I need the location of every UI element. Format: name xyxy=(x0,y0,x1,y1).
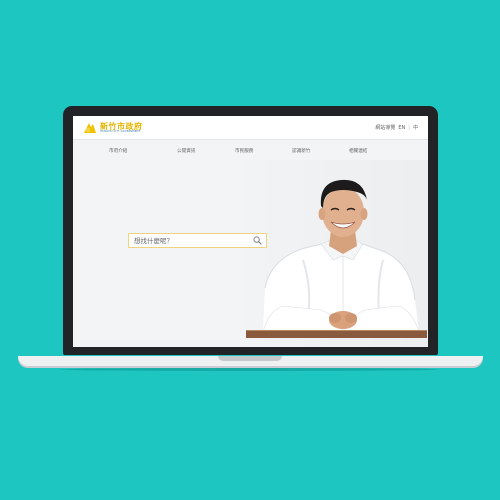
city-logo-icon xyxy=(84,123,96,133)
nav-item-city[interactable]: 認識新竹 xyxy=(292,148,310,154)
laptop-shadow xyxy=(60,368,440,371)
lang-separator: | xyxy=(408,124,410,131)
desk xyxy=(246,330,427,338)
main-nav: 市府介紹 公開資訊 市民服務 認識新竹 相關連結 xyxy=(73,148,428,156)
laptop-notch xyxy=(218,356,282,361)
nav-item-links[interactable]: 相關連結 xyxy=(349,148,367,154)
logo-subtitle: HSINCHU CITY GOVERNMENT xyxy=(100,130,141,133)
sitemap-link[interactable]: 網站導覽 xyxy=(375,124,395,131)
search-icon[interactable] xyxy=(253,236,262,245)
lang-zh-link[interactable]: 中 xyxy=(413,124,418,131)
site-header: 新竹市政府 HSINCHU CITY GOVERNMENT 網站導覽 EN | … xyxy=(73,116,428,140)
nav-item-services[interactable]: 市民服務 xyxy=(235,148,253,154)
site-logo[interactable]: 新竹市政府 HSINCHU CITY GOVERNMENT xyxy=(83,121,143,134)
logo-title: 新竹市政府 xyxy=(100,121,143,131)
mayor-photo xyxy=(262,179,420,333)
lang-en-link[interactable]: EN xyxy=(398,125,405,131)
search-input[interactable] xyxy=(134,235,244,246)
search-box[interactable] xyxy=(128,233,267,248)
laptop-screen: 新竹市政府 HSINCHU CITY GOVERNMENT 網站導覽 EN | … xyxy=(73,116,428,347)
logo-text: 新竹市政府 HSINCHU CITY GOVERNMENT xyxy=(100,122,143,133)
top-links: 網站導覽 EN | 中 xyxy=(375,124,418,132)
nav-item-public-info[interactable]: 公開資訊 xyxy=(177,148,195,154)
nav-item-about[interactable]: 市府介紹 xyxy=(109,148,127,154)
